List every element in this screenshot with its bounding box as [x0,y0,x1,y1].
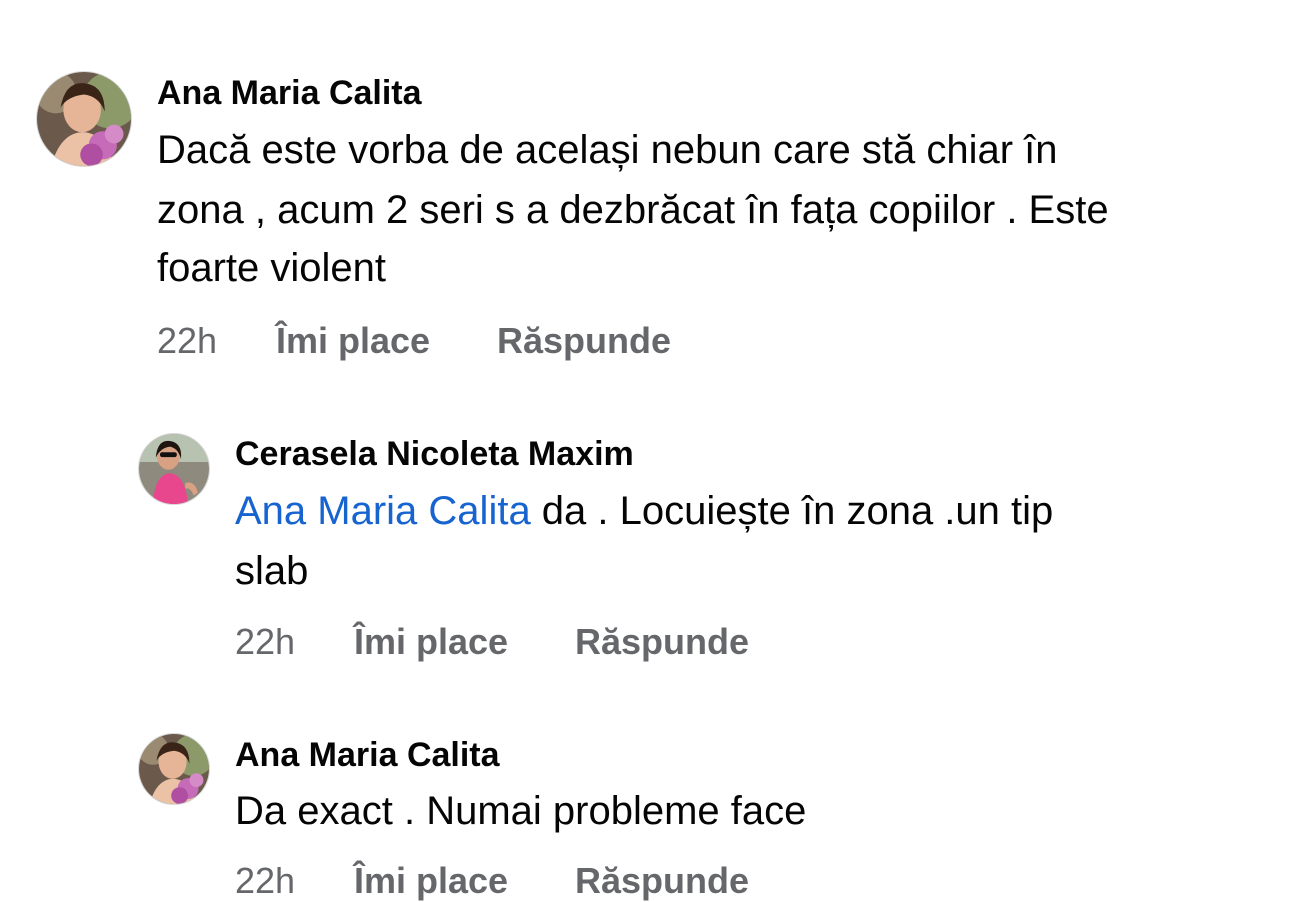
avatar[interactable] [138,733,210,805]
reply-button[interactable]: Răspunde [575,860,749,902]
comment-actions: 22h Îmi place Răspunde [235,621,749,663]
comment-timestamp: 22h [157,320,218,361]
like-button[interactable]: Îmi place [276,320,497,362]
comment-text: Da exact . Numai probleme face [235,789,807,833]
avatar[interactable] [36,71,132,167]
comment-text-body: da . Locuiește în zona .un tip [530,489,1054,533]
mention-link[interactable]: Ana Maria Calita [235,489,531,533]
comment-text: slab [235,549,309,593]
comment-text: zona , acum 2 seri s a dezbrăcat în fața… [157,188,1109,232]
comment-actions: 22h Îmi place Răspunde [235,860,749,902]
comment-text: Ana Maria Calita da . Locuiește în zona … [235,489,1053,534]
comment-author[interactable]: Ana Maria Calita [235,736,500,775]
comment-author[interactable]: Ana Maria Calita [157,74,422,113]
reply-button[interactable]: Răspunde [497,320,671,362]
comment-timestamp: 22h [235,860,296,901]
like-button[interactable]: Îmi place [354,621,575,663]
comment-text: Dacă este vorba de același nebun care st… [157,128,1058,172]
comment-author[interactable]: Cerasela Nicoleta Maxim [235,435,634,474]
avatar[interactable] [138,433,210,505]
comment-timestamp: 22h [235,621,296,662]
reply-button[interactable]: Răspunde [575,621,749,663]
like-button[interactable]: Îmi place [354,860,575,902]
comment-text: foarte violent [157,246,387,290]
comment-actions: 22h Îmi place Răspunde [157,320,671,362]
